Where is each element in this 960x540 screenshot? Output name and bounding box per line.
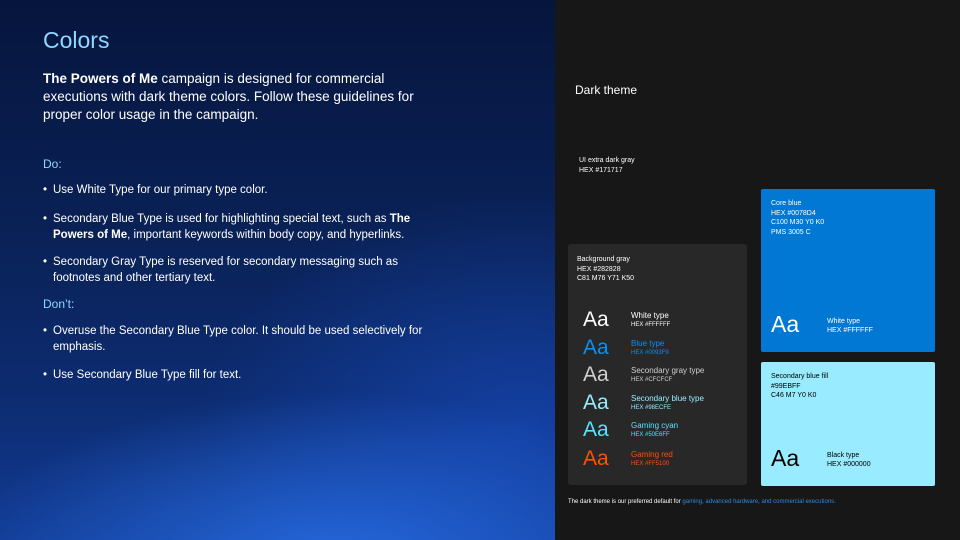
dont-item-text: Overuse the Secondary Blue Type color. I… (53, 325, 423, 353)
background-gray-card: Background gray HEX #282828 C81 M76 Y71 … (568, 244, 747, 485)
swatch-name: Gaming red (631, 450, 673, 459)
dark-theme-panel: Dark theme UI extra dark gray HEX #17171… (555, 0, 960, 540)
do-item-secondary-blue: Secondary Blue Type is used for highligh… (43, 211, 433, 243)
footnote-text: The dark theme is our preferred default … (568, 499, 683, 505)
swatch-aa-sample: Aa (583, 308, 609, 331)
dont-heading: Don’t: (43, 297, 75, 311)
swatch-hex: HEX #FF5100 (631, 461, 670, 467)
dont-item-text: Use Secondary Blue Type fill for text. (53, 369, 242, 381)
core-blue-card: Core blue HEX #0078D4 C100 M30 Y0 K0 PMS… (761, 189, 935, 352)
swatch-white-type: Aa White type HEX #FFFFFF (583, 308, 743, 332)
do-heading: Do: (43, 157, 62, 171)
core-blue-label: Core blue HEX #0078D4 C100 M30 Y0 K0 PMS… (771, 200, 825, 236)
do-item-text: Secondary Gray Type is reserved for seco… (53, 256, 398, 284)
footnote-highlight: gaming, advanced hardware, and commercia… (682, 499, 836, 505)
do-item-white-type: Use White Type for our primary type colo… (43, 182, 433, 198)
swatch-secondary-gray-type: Aa Secondary gray type HEX #CFCFCF (583, 363, 743, 387)
swatch-hex: HEX #50E6FF (631, 432, 670, 438)
type-name: White type (827, 318, 861, 325)
swatch-hex: HEX #CFCFCF (631, 377, 673, 383)
core-blue-type: White type HEX #FFFFFF (827, 317, 873, 335)
dont-item-overuse: Overuse the Secondary Blue Type color. I… (43, 323, 433, 355)
do-list: Use White Type for our primary type colo… (43, 182, 433, 286)
do-item-text: , important keywords within body copy, a… (127, 229, 405, 241)
guidelines-panel: Colors The Powers of Me campaign is desi… (0, 0, 555, 540)
swatch-aa-sample: Aa (583, 447, 609, 470)
swatch-name: Secondary gray type (631, 366, 705, 375)
core-blue-aa-sample: Aa (771, 311, 800, 337)
swatch-name: Gaming cyan (631, 421, 679, 430)
swatch-blue-type: Aa Blue type HEX #0093F9 (583, 336, 743, 360)
swatch-gaming-cyan: Aa Gaming cyan HEX #50E6FF (583, 418, 743, 442)
ui-extra-dark-gray-label: UI extra dark gray HEX #171717 (579, 156, 635, 176)
ui-gray-hex: HEX #171717 (579, 167, 623, 174)
dark-theme-heading: Dark theme (575, 83, 638, 97)
do-item-text: Secondary Blue Type is used for highligh… (53, 213, 390, 225)
swatch-name: Blue type (631, 339, 665, 348)
dont-item-fill-text: Use Secondary Blue Type fill for text. (43, 367, 433, 383)
swatch-aa-sample: Aa (583, 363, 609, 386)
intro-paragraph: The Powers of Me campaign is designed fo… (43, 70, 443, 124)
swatch-name: Secondary blue type (631, 394, 704, 403)
type-hex: HEX #000000 (827, 461, 871, 468)
type-name: Black type (827, 452, 860, 459)
do-item-secondary-gray: Secondary Gray Type is reserved for seco… (43, 254, 433, 286)
secondary-blue-fill-card: Secondary blue fill #99EBFF C46 M7 Y0 K0… (761, 362, 935, 486)
type-hex: HEX #FFFFFF (827, 327, 873, 334)
swatch-aa-sample: Aa (583, 418, 609, 441)
swatch-name: White type (631, 311, 669, 320)
swatch-hex: HEX #98ECFE (631, 405, 672, 411)
swatch-hex: HEX #0093F9 (631, 350, 669, 356)
footnote: The dark theme is our preferred default … (568, 499, 836, 505)
swatch-gaming-red: Aa Gaming red HEX #FF5100 (583, 447, 743, 471)
dont-list: Overuse the Secondary Blue Type color. I… (43, 323, 433, 383)
swatch-hex: HEX #FFFFFF (631, 322, 671, 328)
do-item-text: Use White Type for our primary type colo… (53, 184, 268, 196)
swatch-aa-sample: Aa (583, 391, 609, 414)
secondary-fill-label: Secondary blue fill #99EBFF C46 M7 Y0 K0 (771, 373, 829, 399)
swatch-aa-sample: Aa (583, 336, 609, 359)
secondary-fill-type: Black type HEX #000000 (827, 451, 871, 469)
ui-gray-name: UI extra dark gray (579, 157, 635, 164)
secondary-fill-aa-sample: Aa (771, 445, 800, 471)
swatch-secondary-blue-type: Aa Secondary blue type HEX #98ECFE (583, 391, 743, 415)
background-gray-label: Background gray HEX #282828 C81 M76 Y71 … (577, 256, 635, 282)
campaign-name: The Powers of Me (43, 71, 158, 86)
page-title: Colors (43, 27, 110, 53)
